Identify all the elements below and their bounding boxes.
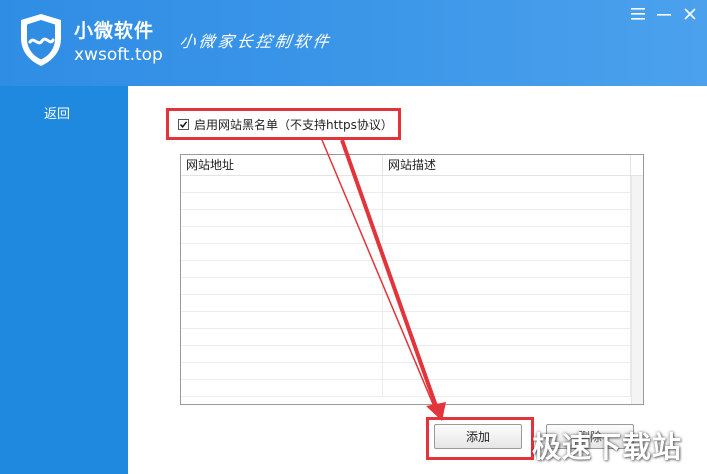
close-icon [684,8,696,20]
brand-url: xwsoft.top [74,45,163,65]
column-header-address[interactable]: 网站地址 [181,155,383,175]
menu-button[interactable] [628,4,648,24]
brand-name: 小微软件 [74,20,155,42]
table-row [181,261,631,278]
table-row [181,176,631,193]
table-row [181,210,631,227]
column-header-description[interactable]: 网站描述 [383,155,631,175]
watermark: 极速下载站 [532,430,683,464]
blacklist-checkbox-label: 启用网站黑名单（不支持https协议） [194,118,393,132]
back-button[interactable]: 返回 [44,103,70,122]
table-scrollbar[interactable] [631,176,643,404]
hamburger-icon [631,8,645,20]
shield-logo-icon [21,14,61,66]
table-row [181,193,631,210]
table-row [181,363,631,380]
close-button[interactable] [680,4,700,24]
minimize-button[interactable] [654,4,674,24]
blacklist-checkbox[interactable] [178,119,189,130]
table-row [181,278,631,295]
title-bar: 小微软件 xwsoft.top 小微家长控制软件 [0,0,707,86]
main-panel: 启用网站黑名单（不支持https协议） 网站地址 网站描述 删除 添加 [128,86,707,474]
table-row [181,227,631,244]
table-row [181,312,631,329]
table-header: 网站地址 网站描述 [181,155,643,176]
sidebar: 返回 [0,86,128,474]
checkmark-icon [179,121,188,128]
table-row [181,329,631,346]
add-button[interactable]: 添加 [434,424,522,449]
minimize-icon [657,14,671,16]
app-window: 小微软件 xwsoft.top 小微家长控制软件 返回 启用网站黑名单（不支持h… [0,0,707,474]
blacklist-option[interactable]: 启用网站黑名单（不支持https协议） [178,116,393,133]
slogan: 小微家长控制软件 [178,32,334,51]
table-row [181,244,631,261]
table-body [181,176,631,397]
website-table[interactable]: 网站地址 网站描述 [180,154,644,405]
table-row [181,346,631,363]
table-row [181,380,631,397]
table-row [181,295,631,312]
